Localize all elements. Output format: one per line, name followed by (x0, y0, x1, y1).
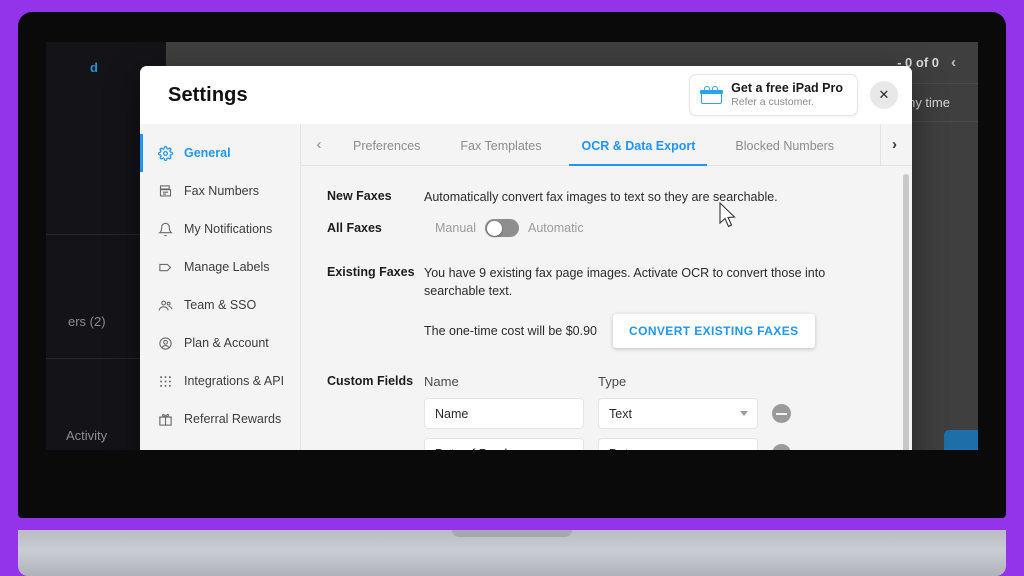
grid-dots-icon (160, 375, 171, 387)
sidebar-item-label: Plan & Account (184, 336, 269, 350)
new-faxes-description: Automatically convert fax images to text… (424, 190, 778, 204)
gift-icon (700, 86, 724, 104)
close-icon[interactable]: ✕ (870, 81, 898, 109)
bg-sidebar-fragment-activity: Activity (66, 428, 108, 443)
existing-faxes-description: You have 9 existing fax page images. Act… (424, 266, 826, 299)
content-scrollbar[interactable] (903, 174, 909, 450)
user-circle-icon (159, 336, 172, 350)
settings-sidebar: General Fax Numbers My Notifications Man… (140, 124, 301, 450)
custom-field-name-input[interactable] (424, 398, 584, 430)
fax-machine-icon (159, 184, 172, 196)
all-faxes-label: All Faxes (327, 221, 382, 236)
sidebar-item-my-notifications[interactable]: My Notifications (140, 210, 300, 248)
device-bezel: d ers (2) Activity ax : Fax s & API - 0 … (18, 12, 1006, 518)
custom-fields-header: Custom Fields Name Type (327, 374, 886, 389)
modal-body: General Fax Numbers My Notifications Man… (140, 124, 912, 450)
bg-corner-accent (944, 430, 978, 450)
sidebar-item-online-fax-page[interactable]: Online Fax Page (140, 438, 300, 450)
sidebar-item-team-sso[interactable]: Team & SSO (140, 286, 300, 324)
modal-header: Settings Get a free iPad Pro Refer a cus… (140, 66, 912, 124)
all-faxes-toggle-row: All Faxes Manual Automatic (327, 219, 886, 238)
tab-list: Preferences Fax Templates OCR & Data Exp… (333, 124, 880, 166)
sidebar-item-label: General (184, 146, 231, 160)
ocr-mode-toggle[interactable] (485, 219, 519, 238)
sidebar-item-label: Fax Numbers (184, 184, 260, 198)
chevron-right-icon[interactable]: › (880, 124, 908, 166)
tab-fax-templates[interactable]: Fax Templates (440, 124, 561, 166)
sidebar-item-fax-numbers[interactable]: Fax Numbers (140, 172, 300, 210)
new-faxes-row: New Faxes Automatically convert fax imag… (327, 188, 886, 206)
toggle-knob (486, 220, 502, 236)
custom-field-type-value: Text (609, 406, 632, 421)
toggle-label-automatic: Automatic (528, 221, 584, 236)
people-icon (158, 300, 173, 311)
laptop-notch (452, 530, 572, 537)
promo-banner[interactable]: Get a free iPad Pro Refer a customer. (689, 73, 858, 117)
custom-field-type-value: Date (609, 447, 635, 450)
custom-field-row: Date (327, 438, 886, 450)
sidebar-item-plan-account[interactable]: Plan & Account (140, 324, 300, 362)
header-actions: Get a free iPad Pro Refer a customer. ✕ (689, 73, 898, 117)
column-header-name: Name (424, 374, 459, 390)
device-frame: d ers (2) Activity ax : Fax s & API - 0 … (0, 0, 1024, 576)
bg-sidebar-accent-text: d (90, 60, 98, 75)
tab-blocked-numbers[interactable]: Blocked Numbers (715, 124, 854, 166)
custom-field-name-input[interactable] (424, 438, 584, 450)
convert-existing-faxes-button[interactable]: CONVERT EXISTING FAXES (613, 314, 815, 349)
laptop-base (18, 530, 1006, 576)
custom-field-type-select[interactable]: Text (598, 398, 758, 430)
sidebar-item-manage-labels[interactable]: Manage Labels (140, 248, 300, 286)
gift-icon (159, 413, 172, 426)
settings-content: ‹ Preferences Fax Templates OCR & Data E… (301, 124, 912, 450)
new-faxes-label: New Faxes (327, 189, 392, 203)
existing-faxes-row: Existing Faxes You have 9 existing fax p… (327, 264, 886, 300)
promo-subtext: Refer a customer. (731, 96, 815, 109)
custom-field-row: Text (327, 398, 886, 430)
tab-preferences[interactable]: Preferences (333, 124, 440, 166)
sidebar-item-label: Team & SSO (184, 298, 257, 312)
existing-faxes-label: Existing Faxes (327, 265, 415, 280)
sidebar-item-integrations-api[interactable]: Integrations & API (140, 362, 300, 400)
bell-icon (158, 222, 173, 236)
chevron-left-icon[interactable]: ‹ (305, 136, 333, 153)
settings-modal: Settings Get a free iPad Pro Refer a cus… (140, 66, 912, 450)
custom-fields-label: Custom Fields (327, 374, 414, 389)
remove-custom-field-button[interactable] (772, 404, 791, 424)
ocr-panel: New Faxes Automatically convert fax imag… (301, 166, 912, 450)
tab-ocr-data-export[interactable]: OCR & Data Export (561, 124, 715, 166)
sidebar-item-label: Integrations & API (184, 374, 285, 388)
chevron-left-icon[interactable]: ‹ (951, 54, 956, 71)
tab-bar: ‹ Preferences Fax Templates OCR & Data E… (301, 124, 912, 166)
page-title: Settings (168, 83, 248, 106)
column-header-type: Type (598, 374, 627, 390)
tag-icon (159, 263, 172, 271)
sidebar-item-label: Referral Rewards (184, 412, 282, 426)
remove-custom-field-button[interactable] (772, 444, 791, 450)
chevron-down-icon (740, 411, 748, 417)
promo-headline: Get a free iPad Pro (731, 80, 843, 95)
custom-field-type-select[interactable]: Date (598, 438, 758, 450)
printer-icon (158, 450, 173, 451)
sidebar-item-label: Manage Labels (184, 260, 270, 274)
sidebar-item-referral-rewards[interactable]: Referral Rewards (140, 400, 300, 438)
screen: d ers (2) Activity ax : Fax s & API - 0 … (46, 42, 978, 450)
sidebar-item-label: My Notifications (184, 222, 273, 236)
cost-row: The one-time cost will be $0.90 CONVERT … (327, 314, 886, 349)
bg-sidebar-fragment-members: ers (2) (68, 314, 106, 329)
one-time-cost-text: The one-time cost will be $0.90 (424, 324, 598, 339)
gear-icon (158, 145, 173, 161)
toggle-label-manual: Manual (435, 221, 476, 236)
sidebar-item-general[interactable]: General (140, 134, 300, 172)
